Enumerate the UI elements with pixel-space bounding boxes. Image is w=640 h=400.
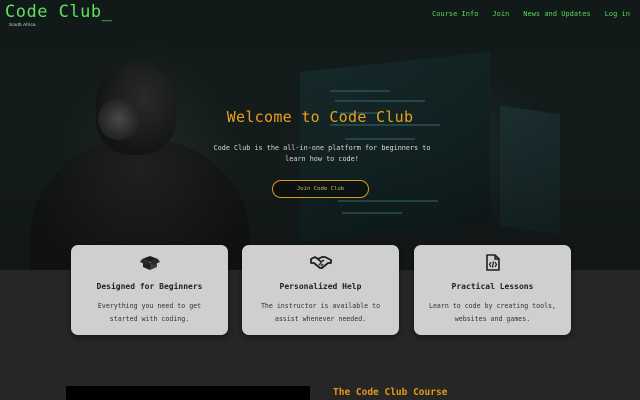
- nav-course-info[interactable]: Course Info: [432, 10, 478, 18]
- logo-title: Code Club_: [5, 2, 113, 22]
- course-video[interactable]: [66, 386, 310, 400]
- hero-section: Welcome to Code Club Code Club is the al…: [0, 0, 640, 270]
- hero-description: Code Club is the all-in-one platform for…: [213, 144, 431, 163]
- logo[interactable]: Code Club_ South Africa: [5, 2, 112, 27]
- feature-card-help: Personalized Help The instructor is avai…: [242, 245, 399, 335]
- course-section-title: The Code Club Course: [333, 387, 448, 398]
- card-text: The instructor is available to assist wh…: [260, 302, 381, 323]
- feature-card-beginners: Designed for Beginners Everything you ne…: [71, 245, 228, 335]
- nav-join[interactable]: Join: [492, 10, 509, 18]
- nav-links: Course Info Join News and Updates Log in: [432, 10, 630, 18]
- join-code-club-button[interactable]: Join Code Club: [272, 180, 369, 198]
- card-title: Practical Lessons: [451, 282, 534, 291]
- code-file-icon: [414, 254, 571, 271]
- top-navigation: Code Club_ South Africa Course Info Join…: [0, 0, 640, 34]
- hero-overlay: [0, 0, 640, 270]
- open-box-icon: [71, 254, 228, 270]
- nav-log-in[interactable]: Log in: [605, 10, 630, 18]
- card-text: Learn to code by creating tools, website…: [428, 302, 557, 323]
- nav-news-and-updates[interactable]: News and Updates: [523, 10, 590, 18]
- card-title: Personalized Help: [279, 282, 362, 291]
- card-text: Everything you need to get started with …: [97, 302, 202, 323]
- card-title: Designed for Beginners: [96, 282, 203, 291]
- feature-card-lessons: Practical Lessons Learn to code by creat…: [414, 245, 571, 335]
- logo-subtitle: South Africa: [9, 22, 36, 27]
- hero-title: Welcome to Code Club: [226, 108, 414, 126]
- handshake-icon: [242, 254, 399, 270]
